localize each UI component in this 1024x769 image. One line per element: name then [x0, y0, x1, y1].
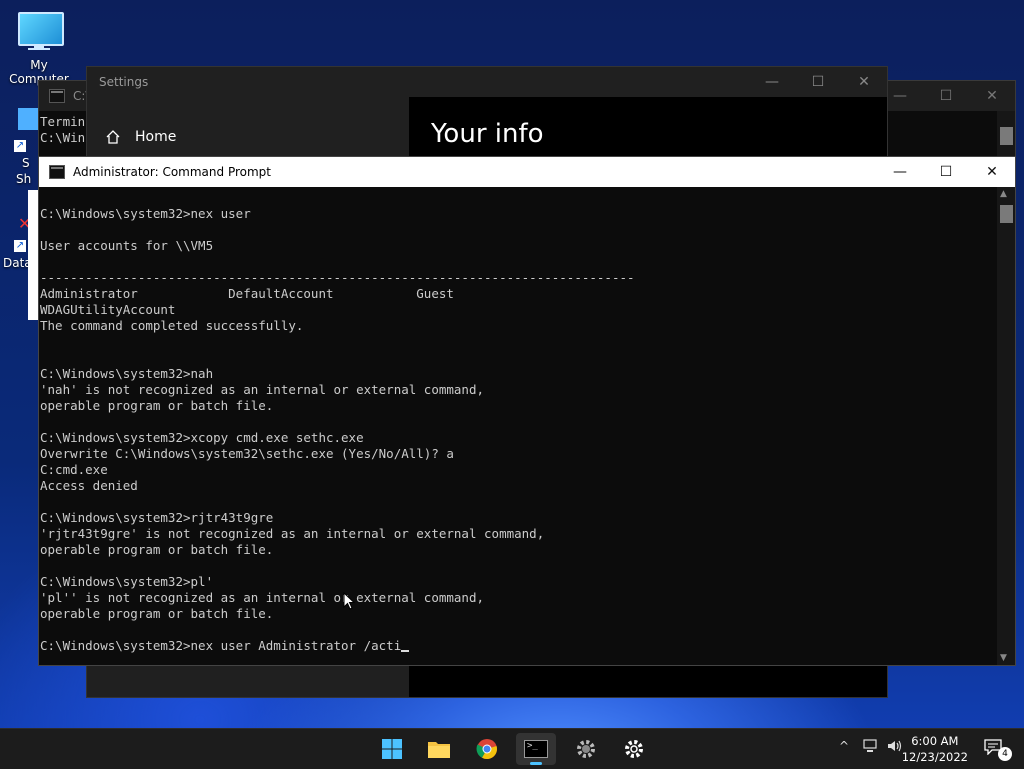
clock-time: 6:00 AM [911, 734, 959, 748]
console-line: WDAGUtilityAccount [40, 302, 176, 317]
file-explorer-button[interactable] [419, 733, 459, 765]
console-line: C:\Windows\system32>nex user [40, 206, 251, 221]
chrome-icon [476, 739, 497, 760]
clock-date: 12/23/2022 [901, 750, 968, 764]
console-output[interactable]: C:\Windows\system32>nex user User account… [39, 187, 997, 665]
shortcut-arrow-icon: ↗ [14, 240, 26, 252]
console-line: C:\Windows\system32>nex user Administrat… [40, 638, 997, 654]
settings-button[interactable] [614, 733, 654, 765]
scroll-thumb[interactable] [1000, 127, 1013, 145]
page-title: Your info [431, 119, 544, 149]
console-line: ----------------------------------------… [40, 270, 635, 285]
console-line: C:\Windows\system32>nah [40, 366, 214, 381]
tray-chevron-icon[interactable]: ^ [839, 739, 849, 753]
mouse-pointer-icon [343, 592, 355, 610]
console-line: C:\Windows\system32>xcopy cmd.exe sethc.… [40, 430, 364, 445]
console-line: C:\Windows\system32>pl' [40, 574, 214, 589]
shortcut-arrow-icon: ↗ [14, 140, 26, 152]
console-line: Overwrite C:\Windows\system32\sethc.exe … [40, 446, 454, 461]
console-line: User accounts for \\VM5 [40, 238, 214, 253]
cmd-icon [49, 165, 65, 179]
network-icon[interactable] [862, 739, 878, 753]
title-bar[interactable]: Administrator: Command Prompt — ☐ ✕ [39, 157, 1015, 187]
settings-gear-app-button[interactable] [566, 733, 606, 765]
close-button[interactable]: ✕ [841, 67, 887, 97]
text-cursor [401, 650, 410, 652]
console-line: Administrator DefaultAccount Guest [40, 286, 454, 301]
active-indicator [530, 762, 542, 765]
folder-icon [428, 742, 450, 758]
maximize-button[interactable]: ☐ [923, 157, 969, 187]
cmd-icon: >_ [524, 740, 548, 758]
scroll-up-icon[interactable]: ▲ [1000, 189, 1007, 199]
volume-icon[interactable] [886, 739, 902, 753]
console-line: operable program or batch file. [40, 398, 274, 413]
clock[interactable]: 6:00 AM 12/23/2022 [902, 733, 968, 765]
scroll-down-icon[interactable]: ▼ [1000, 653, 1007, 663]
gear-icon [577, 740, 595, 758]
console-line: C:\Windows\system32>rjtr43t9gre [40, 510, 274, 525]
title-bar[interactable]: Settings — ☐ ✕ [87, 67, 887, 97]
desktop-icon-label: S [22, 156, 30, 170]
window-edge [28, 190, 38, 320]
command-prompt-window[interactable]: Administrator: Command Prompt — ☐ ✕ C:\W… [38, 156, 1016, 666]
console-line: 'pl'' is not recognized as an internal o… [40, 590, 485, 605]
desktop-icon-label: Sh [16, 172, 32, 186]
console-line: 'nah' is not recognized as an internal o… [40, 382, 485, 397]
scroll-thumb[interactable] [1000, 205, 1013, 223]
minimize-button[interactable]: — [877, 157, 923, 187]
console-line: operable program or batch file. [40, 606, 274, 621]
notification-badge: 4 [998, 747, 1012, 761]
nav-home[interactable]: Home [105, 129, 176, 145]
console-line: The command completed successfully. [40, 318, 304, 333]
maximize-button[interactable]: ☐ [795, 67, 841, 97]
window-title: Settings [99, 75, 149, 89]
computer-icon [18, 12, 64, 46]
console-line: 'rjtr43t9gre' is not recognized as an in… [40, 526, 545, 541]
close-button[interactable]: ✕ [969, 157, 1015, 187]
command-prompt-taskbar-button[interactable]: >_ [516, 733, 556, 765]
console-line: Access denied [40, 478, 138, 493]
maximize-button[interactable]: ☐ [923, 81, 969, 111]
chrome-button[interactable] [467, 733, 507, 765]
nav-home-label: Home [135, 129, 177, 145]
console-line: operable program or batch file. [40, 542, 274, 557]
window-title: Administrator: Command Prompt [73, 165, 271, 179]
taskbar: >_ ^ 6:00 AM 12/23/2022 4 [0, 728, 1024, 769]
start-button[interactable] [372, 733, 412, 765]
close-button[interactable]: ✕ [969, 81, 1015, 111]
home-icon [106, 130, 120, 144]
windows-logo-icon [382, 739, 402, 759]
cmd-icon [49, 89, 65, 103]
console-line: C:cmd.exe [40, 462, 108, 477]
shortcut-icon [18, 108, 38, 130]
scrollbar[interactable]: ▲ ▼ [997, 187, 1015, 665]
settings-icon [625, 740, 643, 758]
minimize-button[interactable]: — [749, 67, 795, 97]
